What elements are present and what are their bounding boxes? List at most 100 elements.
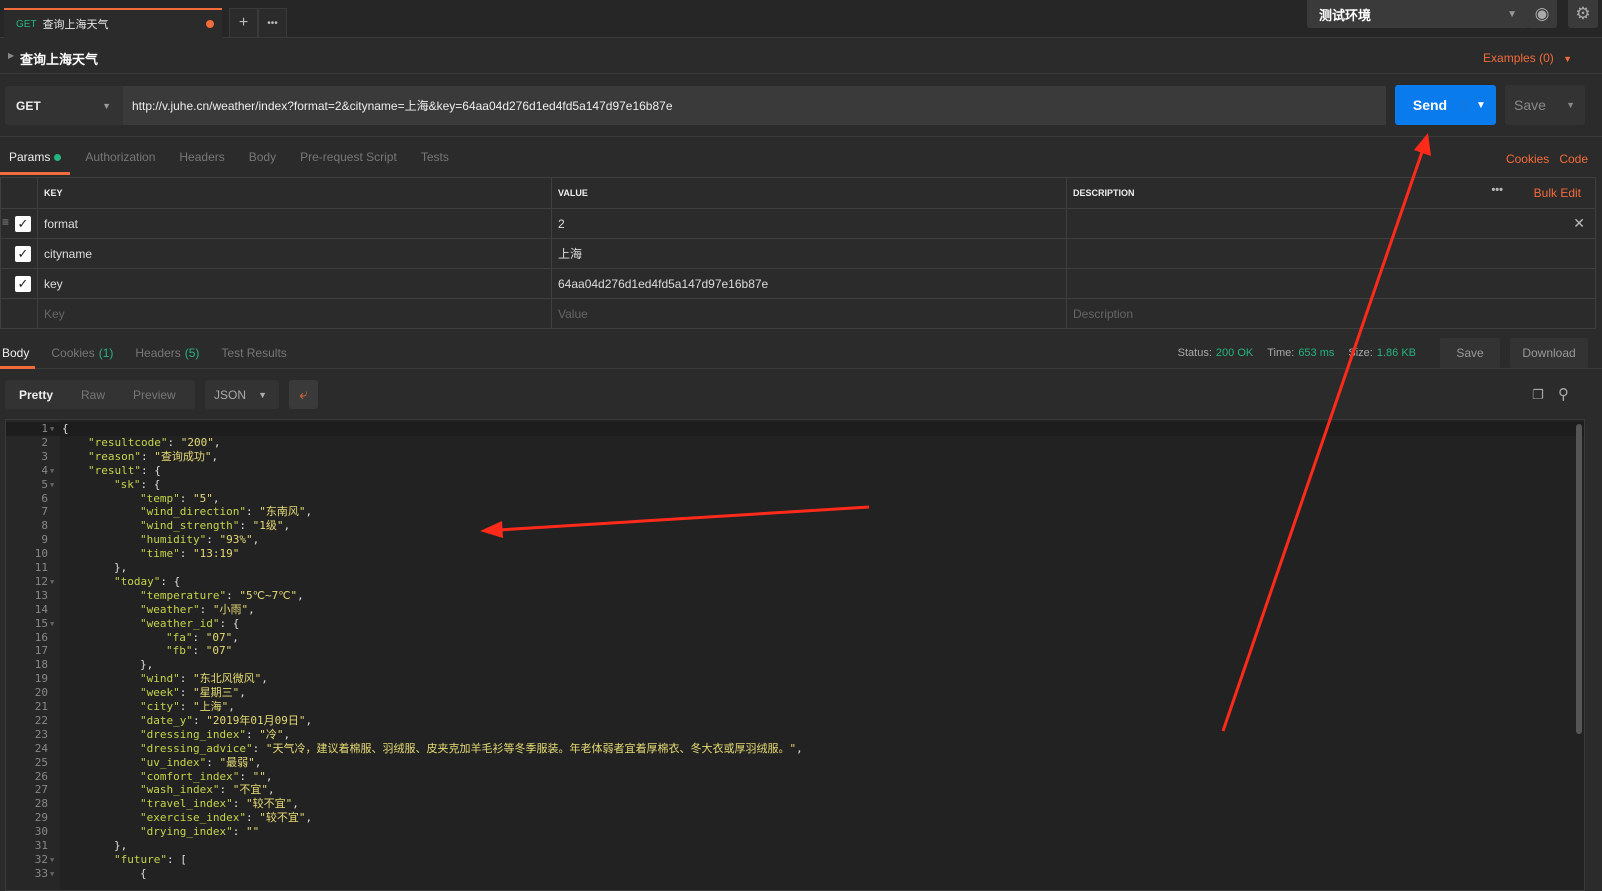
view-pretty[interactable]: Pretty (5, 388, 67, 402)
json-punct: , (796, 741, 803, 755)
fold-icon[interactable]: ▼ (50, 422, 54, 436)
fold-icon[interactable]: ▼ (50, 617, 54, 631)
save-response-button[interactable]: Save (1440, 338, 1500, 368)
json-key: "wind" (140, 672, 180, 686)
param-key[interactable]: format (37, 208, 552, 239)
request-tab[interactable]: GET 查询上海天气 (4, 8, 222, 38)
caret-right-icon[interactable]: ▶ (8, 51, 14, 60)
drag-handle-icon[interactable]: ≡ (2, 215, 9, 229)
scrollbar[interactable] (1576, 424, 1582, 734)
json-value: "07" (205, 644, 233, 658)
delete-row-icon[interactable]: ✕ (1573, 215, 1585, 232)
fold-icon[interactable]: ▼ (50, 853, 54, 867)
tab-params[interactable]: Params (0, 137, 71, 178)
tab-body[interactable]: Body (240, 137, 285, 178)
new-description-input[interactable]: Description (1066, 298, 1596, 329)
settings-button[interactable]: ⚙ (1568, 0, 1598, 28)
line-number: 25 (34, 755, 48, 769)
params-table: KEY VALUE DESCRIPTION ••• Bulk Edit ≡ ✓ f… (0, 177, 1596, 329)
param-checkbox[interactable]: ✓ (15, 275, 31, 292)
json-punct: , (267, 783, 275, 797)
param-row: ✓ key 64aa04d276d1ed4fd5a147d97e16b87e (0, 268, 1596, 299)
tab-response-body[interactable]: Body (0, 337, 36, 369)
caret-down-icon: ▼ (1563, 54, 1572, 64)
fold-icon[interactable]: ▼ (50, 575, 54, 589)
tab-response-cookies[interactable]: Cookies (1) (49, 337, 115, 369)
tab-headers[interactable]: Headers (170, 137, 233, 178)
json-value: "冷" (259, 727, 284, 741)
save-button[interactable]: Save ▼ (1505, 85, 1585, 125)
examples-dropdown[interactable]: Examples (0) ▼ (1483, 51, 1572, 65)
gear-icon: ⚙ (1575, 4, 1591, 23)
search-icon[interactable]: ⚲ (1558, 385, 1569, 403)
param-description[interactable] (1066, 238, 1596, 269)
json-punct: : { (219, 616, 240, 630)
method-value: GET (16, 98, 41, 113)
json-punct: : (179, 672, 193, 686)
json-key: "wind_direction" (140, 505, 246, 519)
json-key: "time" (140, 547, 180, 561)
json-value: "上海" (193, 700, 229, 713)
param-key[interactable]: key (37, 268, 552, 299)
tab-label: Headers (135, 345, 181, 360)
view-raw[interactable]: Raw (67, 388, 119, 402)
download-button[interactable]: Download (1510, 338, 1588, 368)
send-button[interactable]: Send ▼ (1395, 85, 1496, 125)
code-link[interactable]: Code (1559, 152, 1588, 166)
copy-icon[interactable]: ❐ (1532, 387, 1544, 403)
param-value[interactable]: 上海 (551, 238, 1067, 269)
request-tabs: Params Authorization Headers Body Pre-re… (0, 136, 1602, 177)
param-key[interactable]: cityname (37, 238, 552, 269)
new-key-input[interactable]: Key (37, 298, 552, 329)
code-line: 18}, (6, 658, 1584, 672)
fold-icon[interactable]: ▼ (50, 478, 54, 492)
param-description[interactable]: ✕ (1066, 208, 1596, 239)
json-key: "future" (114, 852, 167, 866)
code-text: "fa": "07", (166, 631, 239, 645)
more-options-icon[interactable]: ••• (1491, 184, 1503, 196)
cookies-link[interactable]: Cookies (1506, 152, 1549, 166)
json-punct: { (62, 422, 69, 435)
bulk-edit-link[interactable]: Bulk Edit (1534, 186, 1581, 200)
fold-icon[interactable]: ▼ (50, 464, 54, 478)
fold-icon[interactable]: ▼ (50, 867, 54, 881)
param-value[interactable]: 64aa04d276d1ed4fd5a147d97e16b87e (551, 268, 1067, 299)
send-label: Send (1412, 97, 1448, 113)
size-label: Size: (1348, 347, 1373, 359)
param-row: ✓ cityname 上海 (0, 238, 1596, 269)
json-key: "humidity" (140, 533, 207, 547)
param-value[interactable]: 2 (551, 208, 1067, 239)
response-body-editor[interactable]: 1 ▼{2 "resultcode": "200", 3 "reason": "查询成功… (5, 419, 1585, 891)
json-punct: : (232, 797, 246, 811)
new-tab-button[interactable]: + (229, 8, 258, 38)
tab-bar: GET 查询上海天气 + ••• 测试环境 ▼ ◉ ⚙ (0, 0, 1602, 38)
json-punct: : (179, 700, 193, 713)
format-select[interactable]: JSON ▼ (205, 380, 279, 409)
view-preview[interactable]: Preview (119, 388, 190, 402)
json-value: "较不宜" (259, 811, 306, 825)
status-label: Status: (1177, 347, 1212, 359)
send-options-chevron-icon[interactable]: ▼ (1465, 99, 1496, 111)
save-options-chevron-icon[interactable]: ▼ (1566, 100, 1575, 110)
url-input[interactable]: http://v.juhe.cn/weather/index?format=2&… (123, 86, 1386, 125)
environment-select[interactable]: 测试环境 ▼ (1307, 0, 1529, 28)
param-checkbox[interactable]: ✓ (15, 215, 31, 232)
line-number: 7 (41, 505, 48, 519)
tab-pre-request-script[interactable]: Pre-request Script (291, 137, 406, 178)
wrap-lines-button[interactable]: ⤶ (289, 380, 318, 409)
json-punct: , (297, 588, 304, 602)
json-punct: : (206, 755, 220, 769)
environment-quick-look-button[interactable]: ◉ (1527, 0, 1557, 28)
tab-response-headers[interactable]: Headers (5) (133, 337, 201, 369)
tab-authorization[interactable]: Authorization (76, 137, 164, 178)
json-punct: : { (160, 574, 181, 588)
param-checkbox[interactable]: ✓ (15, 245, 31, 262)
method-select[interactable]: GET ▼ (5, 86, 123, 125)
line-number: 2 (41, 435, 48, 449)
code-text: "humidity": "93%", (140, 533, 259, 547)
param-description[interactable] (1066, 268, 1596, 299)
tab-tests[interactable]: Tests (412, 137, 458, 178)
more-tabs-button[interactable]: ••• (258, 8, 287, 38)
new-value-input[interactable]: Value (551, 298, 1067, 329)
tab-test-results[interactable]: Test Results (219, 337, 288, 369)
